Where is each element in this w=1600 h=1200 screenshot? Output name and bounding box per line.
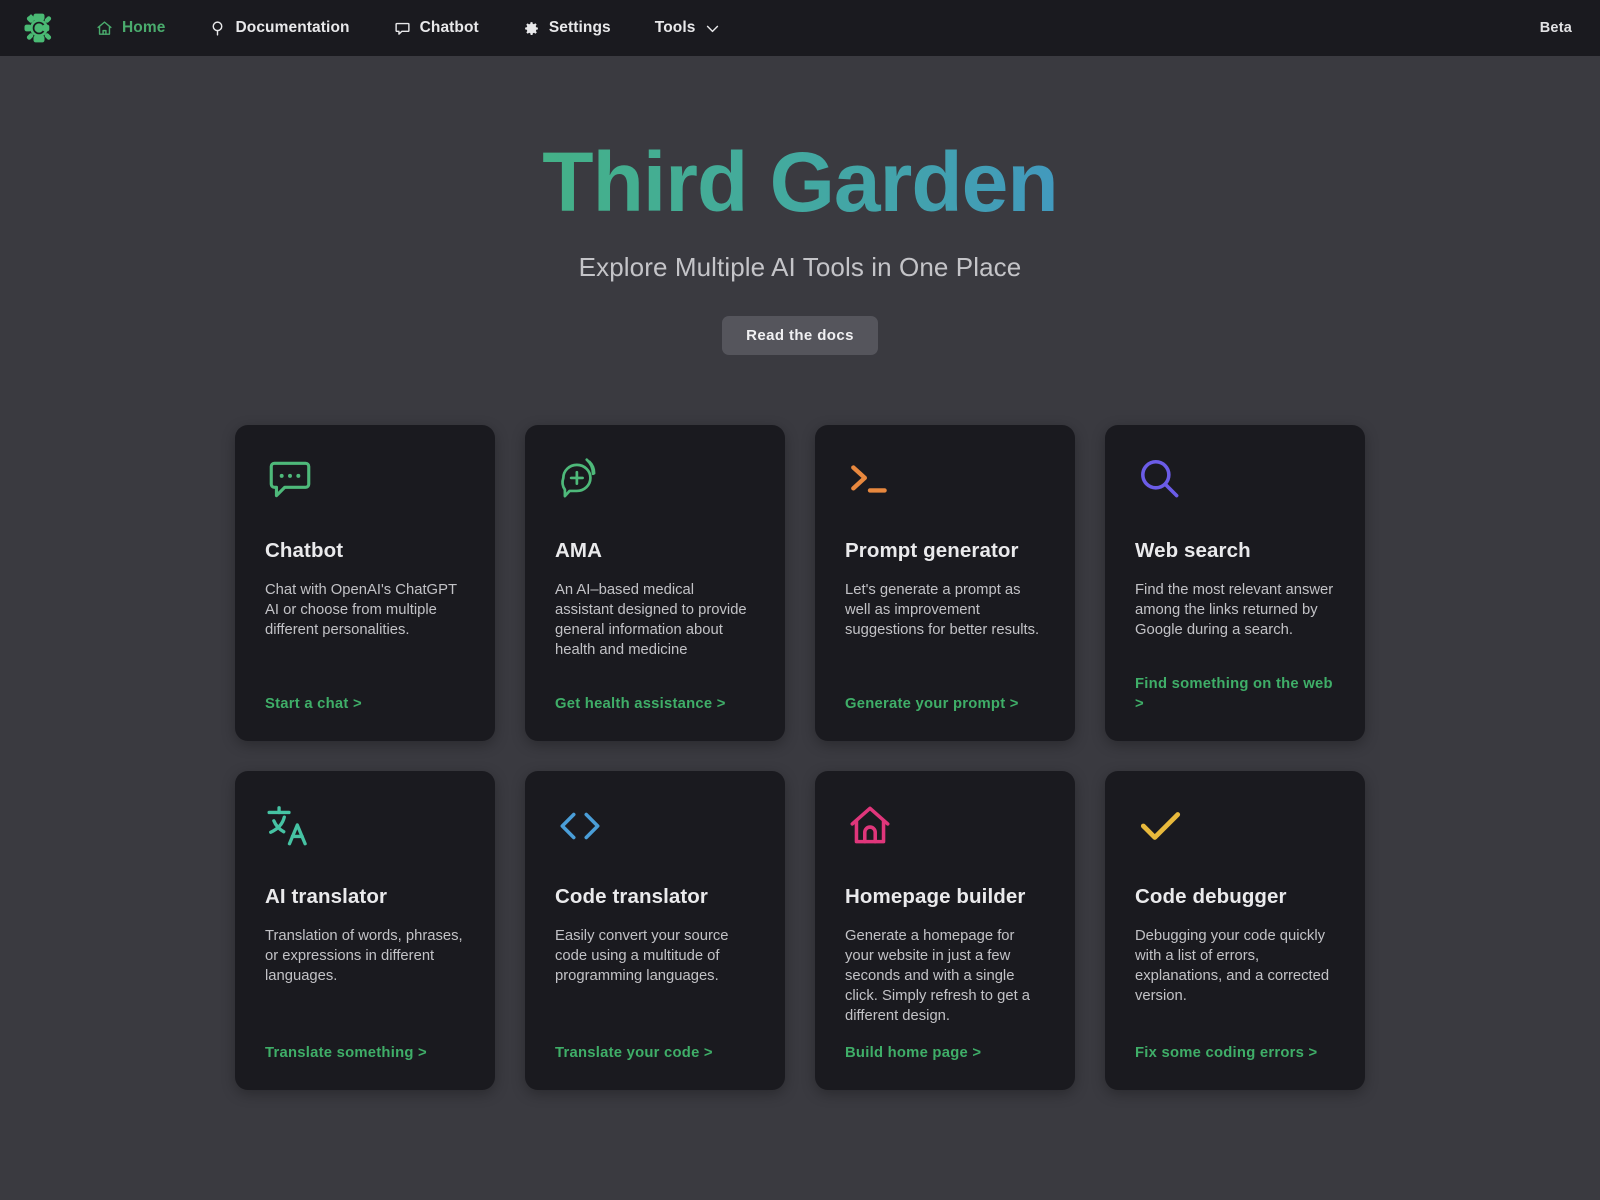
chat-bubble-dots-icon — [265, 455, 465, 513]
medical-chat-icon — [555, 455, 755, 513]
nav-item-documentation-label: Documentation — [235, 19, 350, 36]
chat-icon — [394, 20, 411, 37]
page-subtitle: Explore Multiple AI Tools in One Place — [578, 252, 1022, 282]
code-brackets-icon — [555, 801, 755, 859]
card-description: Chat with OpenAI's ChatGPT AI or choose … — [265, 582, 457, 638]
card-code-debugger[interactable]: Code debugger Debugging your code quickl… — [1105, 771, 1365, 1090]
hero-section: Third Garden Explore Multiple AI Tools i… — [0, 56, 1600, 355]
card-description: An AI–based medical assistant designed t… — [555, 582, 747, 658]
card-link-get-health-assistance[interactable]: Get health assistance > — [555, 695, 755, 715]
nav-item-tools[interactable]: Tools — [639, 13, 738, 43]
card-title: Code translator — [555, 885, 708, 908]
card-description: Generate a homepage for your website in … — [845, 928, 1031, 1024]
card-homepage-builder[interactable]: Homepage builder Generate a homepage for… — [815, 771, 1075, 1090]
card-title: Homepage builder — [845, 885, 1026, 908]
card-link-start-a-chat[interactable]: Start a chat > — [265, 695, 465, 715]
tool-card-grid: Chatbot Chat with OpenAI's ChatGPT AI or… — [235, 425, 1365, 1090]
translate-icon — [265, 801, 465, 859]
card-description: Find the most relevant answer among the … — [1135, 582, 1334, 638]
nav-item-home-label: Home — [122, 19, 166, 36]
nav-item-settings-label: Settings — [548, 19, 611, 36]
nav-item-settings[interactable]: Settings — [507, 13, 627, 43]
card-title: Web search — [1135, 539, 1251, 562]
card-link-build-home-page[interactable]: Build home page > — [845, 1044, 1045, 1064]
page-title: Third Garden — [0, 140, 1600, 224]
nav-item-home[interactable]: Home — [80, 13, 181, 43]
card-link-find-something-on-the-web[interactable]: Find something on the web > — [1135, 675, 1335, 715]
card-description: Let's generate a prompt as well as impro… — [845, 582, 1040, 638]
card-link-generate-your-prompt[interactable]: Generate your prompt > — [845, 695, 1045, 715]
beta-badge: Beta — [1539, 20, 1572, 36]
nav-item-documentation[interactable]: Documentation — [193, 13, 365, 43]
terminal-prompt-icon — [845, 455, 1045, 513]
nav-item-chatbot-label: Chatbot — [419, 19, 479, 36]
card-title: Prompt generator — [845, 539, 1019, 562]
card-title: Code debugger — [1135, 885, 1287, 908]
bulb-icon — [209, 20, 226, 37]
card-title: AI translator — [265, 885, 388, 908]
card-link-fix-some-coding-errors[interactable]: Fix some coding errors > — [1135, 1044, 1335, 1064]
chevron-down-icon — [704, 20, 721, 37]
nav-item-chatbot[interactable]: Chatbot — [378, 13, 495, 43]
card-description: Translation of words, phrases, or expres… — [265, 928, 463, 984]
top-navbar: Home Documentation Chatbot Settings Tool… — [0, 0, 1600, 56]
card-prompt-generator[interactable]: Prompt generator Let's generate a prompt… — [815, 425, 1075, 741]
card-web-search[interactable]: Web search Find the most relevant answer… — [1105, 425, 1365, 741]
nav-item-tools-label: Tools — [654, 19, 696, 36]
card-link-translate-something[interactable]: Translate something > — [265, 1044, 465, 1064]
gear-icon — [523, 20, 540, 37]
card-description: Easily convert your source code using a … — [555, 928, 729, 984]
nav-items: Home Documentation Chatbot Settings Tool… — [80, 13, 749, 43]
card-code-translator[interactable]: Code translator Easily convert your sour… — [525, 771, 785, 1090]
card-link-translate-your-code[interactable]: Translate your code > — [555, 1044, 755, 1064]
card-ama[interactable]: AMA An AI–based medical assistant design… — [525, 425, 785, 741]
third-garden-logo[interactable] — [22, 11, 56, 45]
card-ai-translator[interactable]: AI translator Translation of words, phra… — [235, 771, 495, 1090]
checkmark-icon — [1135, 801, 1335, 859]
home-icon — [96, 20, 113, 37]
card-description: Debugging your code quickly with a list … — [1135, 928, 1330, 1004]
card-chatbot[interactable]: Chatbot Chat with OpenAI's ChatGPT AI or… — [235, 425, 495, 741]
magnifier-icon — [1135, 455, 1335, 513]
card-title: Chatbot — [265, 539, 344, 562]
read-the-docs-button[interactable]: Read the docs — [722, 316, 878, 355]
house-icon — [845, 801, 1045, 859]
card-title: AMA — [555, 539, 602, 562]
